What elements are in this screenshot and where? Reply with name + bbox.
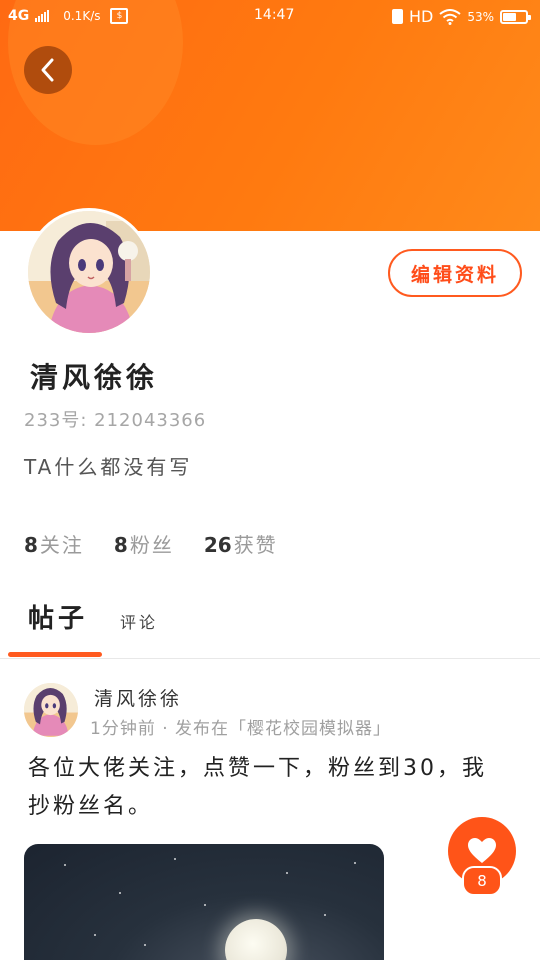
post-meta: 1分钟前 · 发布在「樱花校园模拟器」	[90, 719, 392, 739]
heart-icon	[468, 838, 496, 863]
fans-label: 粉丝	[129, 533, 174, 557]
following-count: 8	[24, 533, 38, 557]
edit-profile-button[interactable]: 编辑资料	[388, 249, 522, 297]
network-type: 4G	[8, 8, 30, 24]
status-bar: 4G 0.1K/s $ 14:47 HD 53%	[0, 0, 540, 34]
post-author-avatar[interactable]	[24, 683, 78, 737]
profile-bio: TA什么都没有写	[24, 455, 193, 479]
avatar-illustration	[28, 211, 150, 333]
profile-avatar[interactable]	[25, 208, 153, 336]
active-tab-indicator	[8, 652, 102, 657]
profile-name: 清风徐徐	[30, 361, 159, 394]
wifi-icon	[439, 8, 461, 25]
network-speed: 0.1K/s	[63, 9, 101, 23]
signal-icon	[35, 10, 50, 22]
hd-indicator: HD	[408, 7, 434, 26]
tab-divider	[0, 658, 540, 659]
status-time: 14:47	[254, 7, 295, 23]
profile-stats: 8 关注 8 粉丝 26 获赞	[24, 529, 278, 558]
battery-fill	[503, 12, 516, 21]
post-author-name[interactable]: 清风徐徐	[94, 684, 182, 711]
stat-likes[interactable]: 26 获赞	[204, 529, 278, 558]
tab-comments[interactable]: 评论	[120, 609, 158, 633]
avatar-illustration	[24, 683, 78, 737]
like-count-badge: 8	[462, 866, 502, 896]
post-image[interactable]	[24, 844, 384, 960]
stat-following[interactable]: 8 关注	[24, 529, 84, 558]
battery-icon	[500, 9, 531, 24]
star-dot	[119, 892, 121, 894]
stat-fans[interactable]: 8 粉丝	[114, 529, 174, 558]
star-dot	[204, 904, 206, 906]
battery-percent: 53%	[467, 9, 494, 24]
likes-count: 26	[203, 533, 232, 557]
profile-id: 233号: 212043366	[24, 410, 207, 431]
sim-icon: $	[110, 8, 129, 24]
back-button[interactable]	[24, 46, 72, 94]
star-dot	[324, 914, 326, 916]
star-dot	[64, 864, 66, 866]
back-arrow-icon	[41, 58, 54, 82]
charging-icon	[391, 9, 403, 24]
profile-banner	[0, 0, 540, 231]
post-text[interactable]: 各位大佬关注，点赞一下，粉丝到30，我抄粉丝名。	[28, 750, 508, 826]
likes-label: 获赞	[233, 533, 278, 557]
moon	[225, 919, 287, 960]
star-dot	[354, 862, 356, 864]
fans-count: 8	[113, 533, 128, 557]
star-dot	[144, 944, 146, 946]
star-dot	[286, 872, 288, 874]
star-dot	[94, 934, 96, 936]
tab-posts[interactable]: 帖子	[28, 598, 88, 635]
following-label: 关注	[39, 533, 84, 557]
star-dot	[174, 858, 176, 860]
